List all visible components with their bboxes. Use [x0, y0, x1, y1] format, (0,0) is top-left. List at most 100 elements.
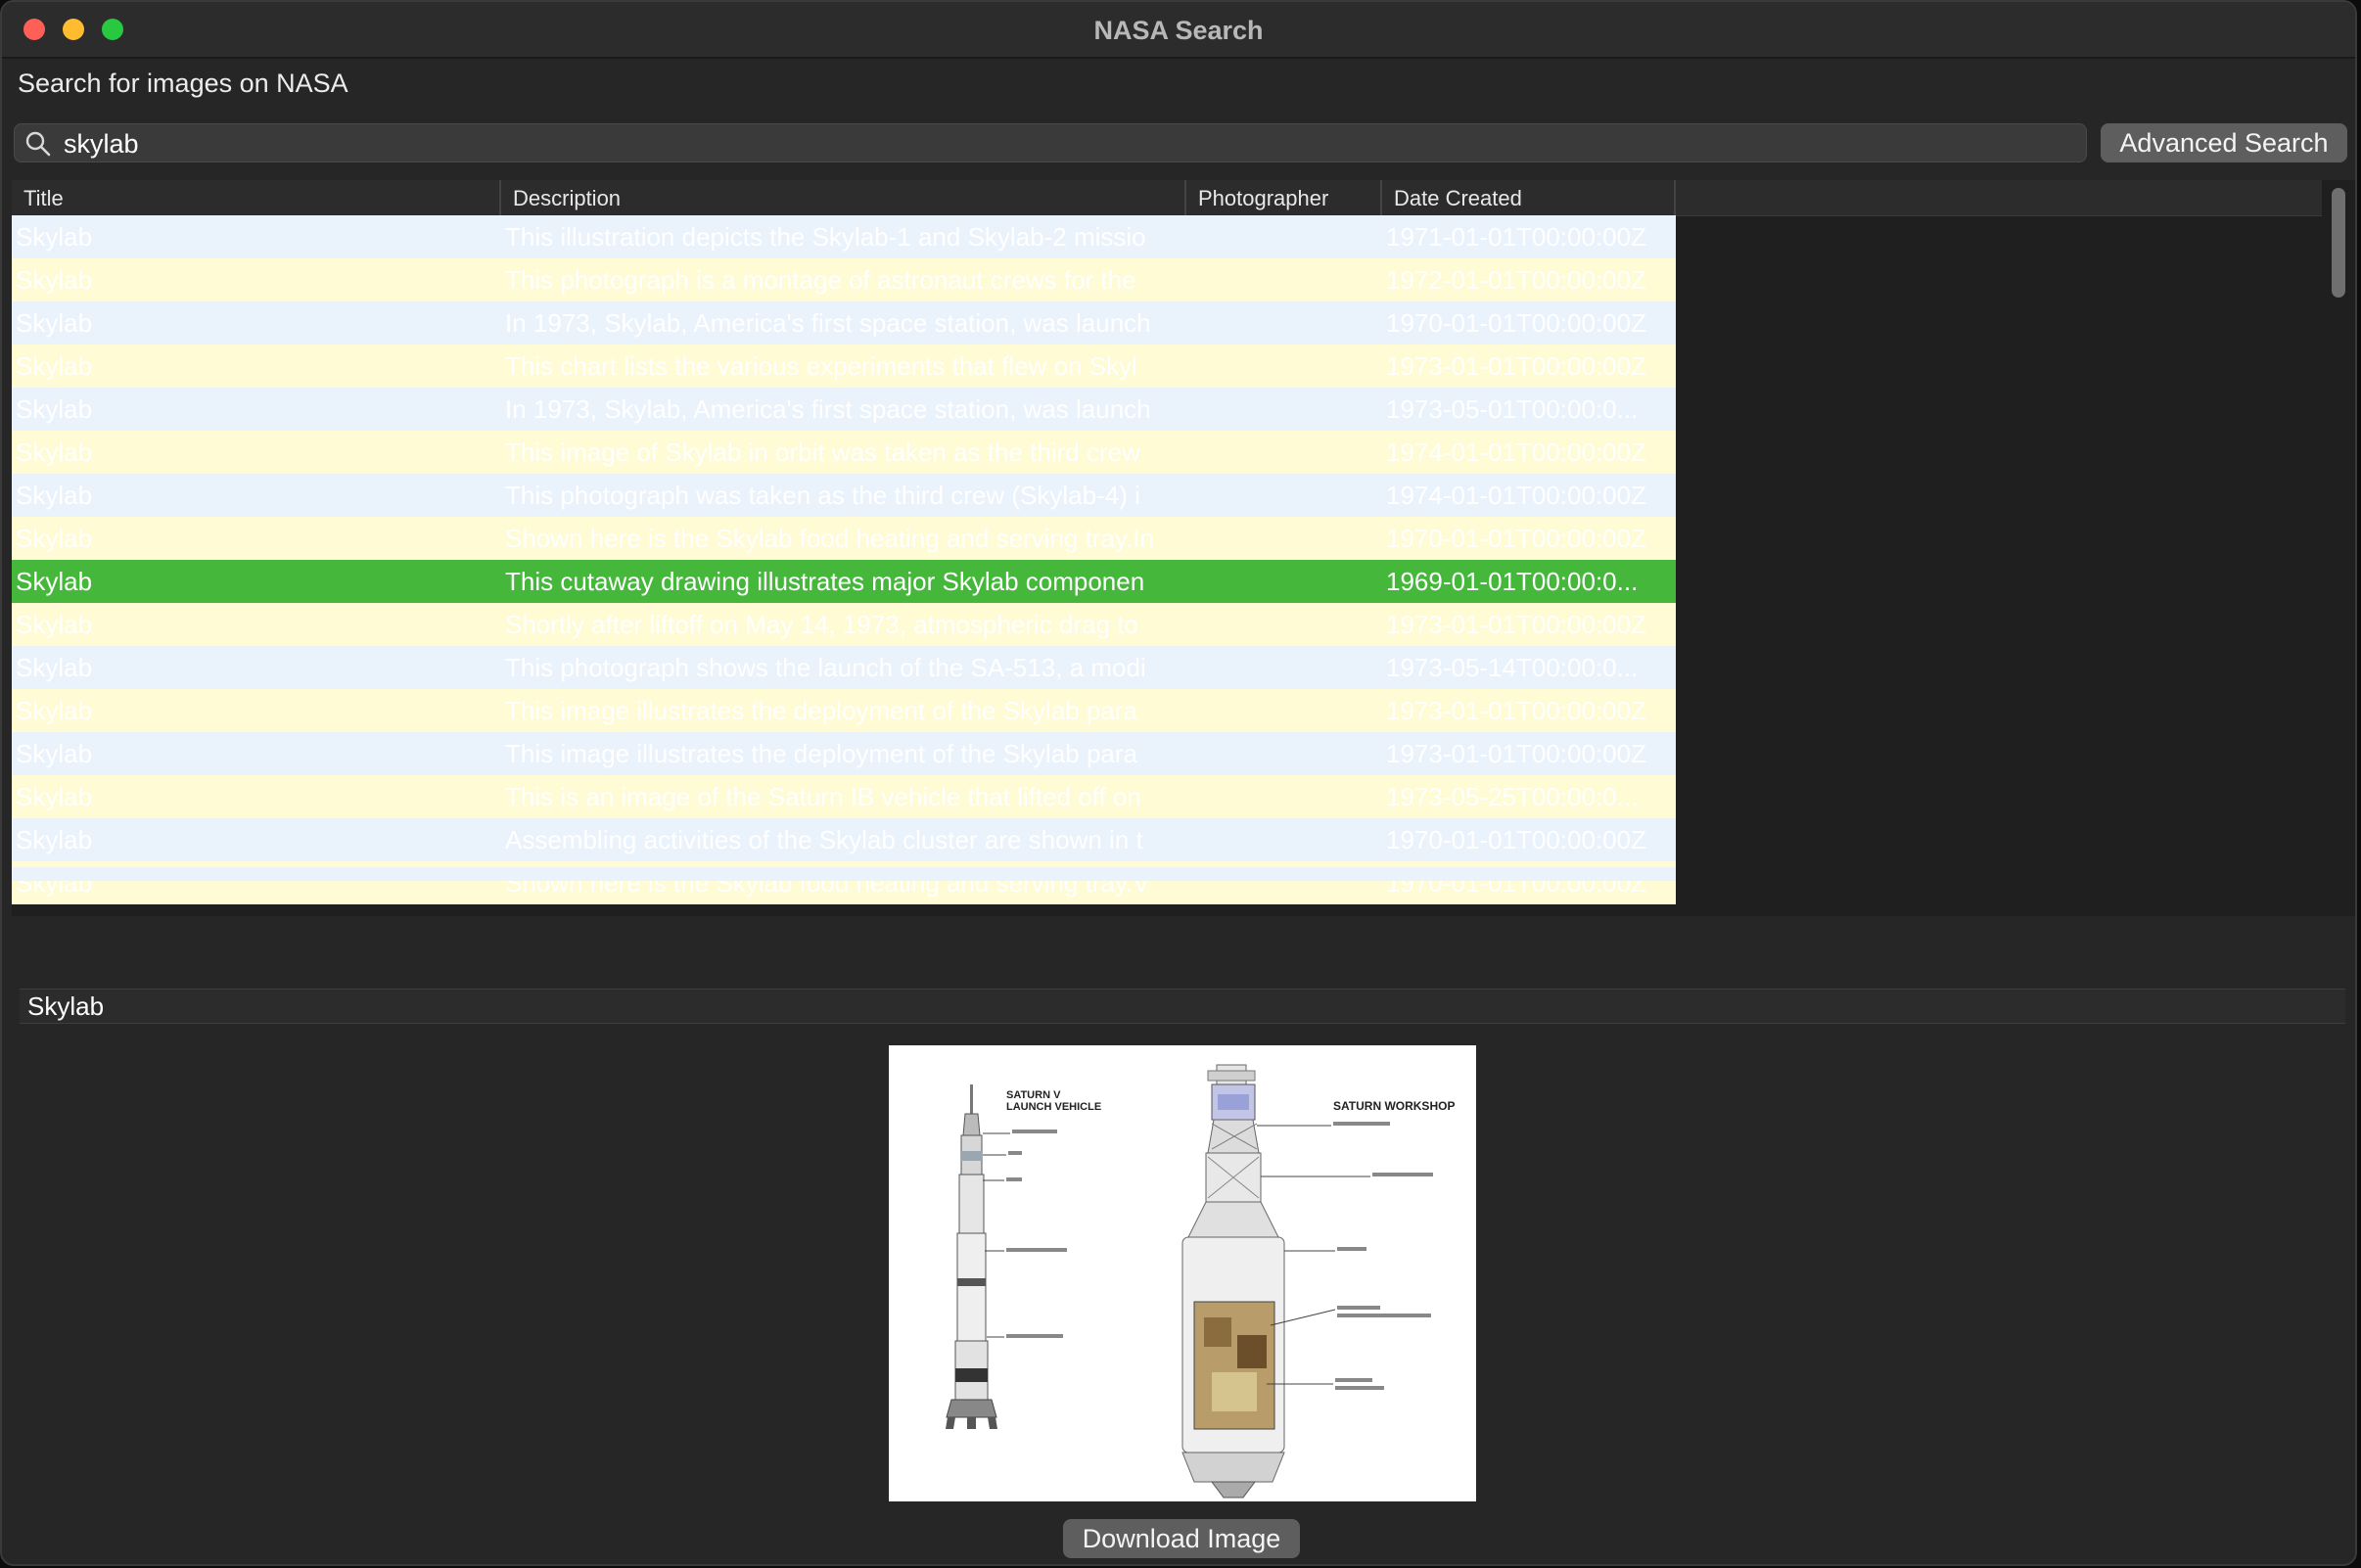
cell-photographer [1190, 301, 1376, 345]
cell-title: Skylab [16, 222, 93, 252]
preview-image: SATURN V LAUNCH VEHICLE SATURN WORKSHOP [889, 1045, 1476, 1501]
search-icon [25, 131, 51, 157]
cell-description: This photograph was taken as the third c… [505, 481, 1140, 510]
saturn-v-title-line2: LAUNCH VEHICLE [1006, 1101, 1101, 1113]
cell-photographer [1190, 215, 1376, 258]
cell-description: Shortly after liftoff on May 14, 1973, a… [505, 610, 1138, 639]
cell-description: This chart lists the various experiments… [505, 351, 1137, 381]
search-input[interactable]: skylab [14, 123, 2087, 162]
skylab-cutaway-illustration: SATURN V LAUNCH VEHICLE SATURN WORKSHOP [946, 1064, 1455, 1499]
table-row[interactable]: Skylab This photograph shows the launch o… [12, 646, 1676, 689]
cell-description: This is an image of the Saturn IB vehicl… [505, 782, 1141, 811]
cell-date-created: 1972-01-01T00:00:00Z [1386, 265, 1646, 295]
table-row-partial [12, 867, 1676, 881]
saturn-workshop-title: SATURN WORKSHOP [1333, 1099, 1455, 1113]
advanced-search-button[interactable]: Advanced Search [2101, 123, 2347, 162]
cell-title: Skylab [16, 308, 93, 338]
search-prompt-label: Search for images on NASA [18, 69, 348, 98]
cell-date-created: 1970-01-01T00:00:00Z [1386, 524, 1646, 553]
cell-date-created: 1973-01-01T00:00:00Z [1386, 739, 1646, 768]
window-title: NASA Search [1093, 16, 1264, 45]
cell-description: This photograph is a montage of astronau… [505, 265, 1136, 295]
table-row[interactable]: Skylab This chart lists the various exper… [12, 345, 1676, 388]
search-query-text: skylab [64, 129, 139, 159]
table-row[interactable]: Skylab This photograph is a montage of as… [12, 258, 1676, 301]
column-header-photographer[interactable]: Photographer [1186, 180, 1382, 215]
cell-date-created: 1970-01-01T00:00:00Z [1386, 825, 1646, 854]
title-bar: NASA Search [2, 2, 2355, 59]
cell-photographer [1190, 603, 1376, 646]
cell-title: Skylab [16, 782, 93, 811]
cell-title: Skylab [16, 653, 93, 682]
cell-date-created: 1973-01-01T00:00:00Z [1386, 610, 1646, 639]
cell-title: Skylab [16, 825, 93, 854]
cell-title: Skylab [16, 739, 93, 768]
saturn-v-rocket [946, 1084, 997, 1429]
cell-title: Skylab [16, 351, 93, 381]
detail-title: Skylab [27, 992, 105, 1021]
table-row[interactable]: Skylab This photograph was taken as the t… [12, 474, 1676, 517]
app-window: NASA Search Search for images on NASA sk… [0, 0, 2357, 1566]
cell-date-created: 1970-01-01T00:00:00Z [1386, 308, 1646, 338]
cell-photographer [1190, 775, 1376, 818]
cell-date-created: 1973-01-01T00:00:00Z [1386, 351, 1646, 381]
cell-title: Skylab [16, 567, 93, 596]
cell-description: In 1973, Skylab, America's first space s… [505, 394, 1151, 424]
cell-photographer [1190, 345, 1376, 388]
cell-photographer [1190, 818, 1376, 861]
cell-title: Skylab [16, 524, 93, 553]
cell-photographer [1190, 431, 1376, 474]
cell-title: Skylab [16, 265, 93, 295]
cell-photographer [1190, 560, 1376, 603]
detail-title-bar: Skylab [20, 989, 2345, 1024]
cell-date-created: 1973-05-01T00:00:0... [1386, 394, 1639, 424]
table-body: Skylab This illustration depicts the Skyl… [12, 215, 1676, 904]
table-row-selected[interactable]: Skylab This cutaway drawing illustrates m… [12, 560, 1676, 603]
cell-description: This illustration depicts the Skylab-1 a… [505, 222, 1146, 252]
table-row[interactable]: Skylab This is an image of the Saturn IB … [12, 775, 1676, 818]
cell-date-created: 1969-01-01T00:00:0... [1386, 567, 1639, 596]
table-row[interactable]: Skylab This image illustrates the deploym… [12, 689, 1676, 732]
cell-description: Assembling activities of the Skylab clus… [505, 825, 1143, 854]
cell-photographer [1190, 474, 1376, 517]
table-row[interactable]: Skylab Assembling activities of the Skyla… [12, 818, 1676, 861]
table-row[interactable]: Skylab This illustration depicts the Skyl… [12, 215, 1676, 258]
cell-title: Skylab [16, 394, 93, 424]
table-row[interactable]: Skylab Shown here is the Skylab food heat… [12, 517, 1676, 560]
cell-date-created: 1971-01-01T00:00:00Z [1386, 222, 1646, 252]
cell-photographer [1190, 646, 1376, 689]
cell-date-created: 1974-01-01T00:00:00Z [1386, 438, 1646, 467]
table-row[interactable]: Skylab Shortly after liftoff on May 14, 1… [12, 603, 1676, 646]
cell-photographer [1190, 517, 1376, 560]
table-row[interactable]: Skylab In 1973, Skylab, America's first s… [12, 301, 1676, 345]
saturn-workshop-labels: SATURN WORKSHOP [1257, 1099, 1455, 1390]
table-row[interactable]: Skylab This image of Skylab in orbit was … [12, 431, 1676, 474]
cell-title: Skylab [16, 481, 93, 510]
cell-photographer [1190, 258, 1376, 301]
cell-date-created: 1973-05-25T00:00:0... [1386, 782, 1639, 811]
cell-photographer [1190, 732, 1376, 775]
column-header-date-created[interactable]: Date Created [1382, 180, 1676, 215]
table-row[interactable]: Skylab In 1973, Skylab, America's first s… [12, 388, 1676, 431]
cell-title: Skylab [16, 438, 93, 467]
cell-date-created: 1973-05-14T00:00:0... [1386, 653, 1639, 682]
saturn-v-title-line1: SATURN V [1006, 1089, 1061, 1101]
column-header-title[interactable]: Title [12, 180, 501, 215]
download-image-button[interactable]: Download Image [1063, 1519, 1300, 1558]
cell-description: This image illustrates the deployment of… [505, 696, 1138, 725]
cell-description: Shown here is the Skylab food heating an… [505, 524, 1154, 553]
cell-description: This cutaway drawing illustrates major S… [505, 567, 1145, 596]
cell-date-created: 1974-01-01T00:00:00Z [1386, 481, 1646, 510]
table-row[interactable]: Skylab This image illustrates the deploym… [12, 732, 1676, 775]
saturn-workshop [1181, 1064, 1285, 1499]
table-scrollbar-thumb[interactable] [2332, 188, 2345, 298]
cell-description: This photograph shows the launch of the … [505, 653, 1146, 682]
cell-photographer [1190, 689, 1376, 732]
column-header-description[interactable]: Description [501, 180, 1186, 215]
cell-date-created: 1973-01-01T00:00:00Z [1386, 696, 1646, 725]
cell-description: This image of Skylab in orbit was taken … [505, 438, 1140, 467]
cell-title: Skylab [16, 696, 93, 725]
cell-description: This image illustrates the deployment of… [505, 739, 1138, 768]
results-table: Title Description Photographer Date Crea… [12, 180, 2322, 916]
cell-title: Skylab [16, 610, 93, 639]
